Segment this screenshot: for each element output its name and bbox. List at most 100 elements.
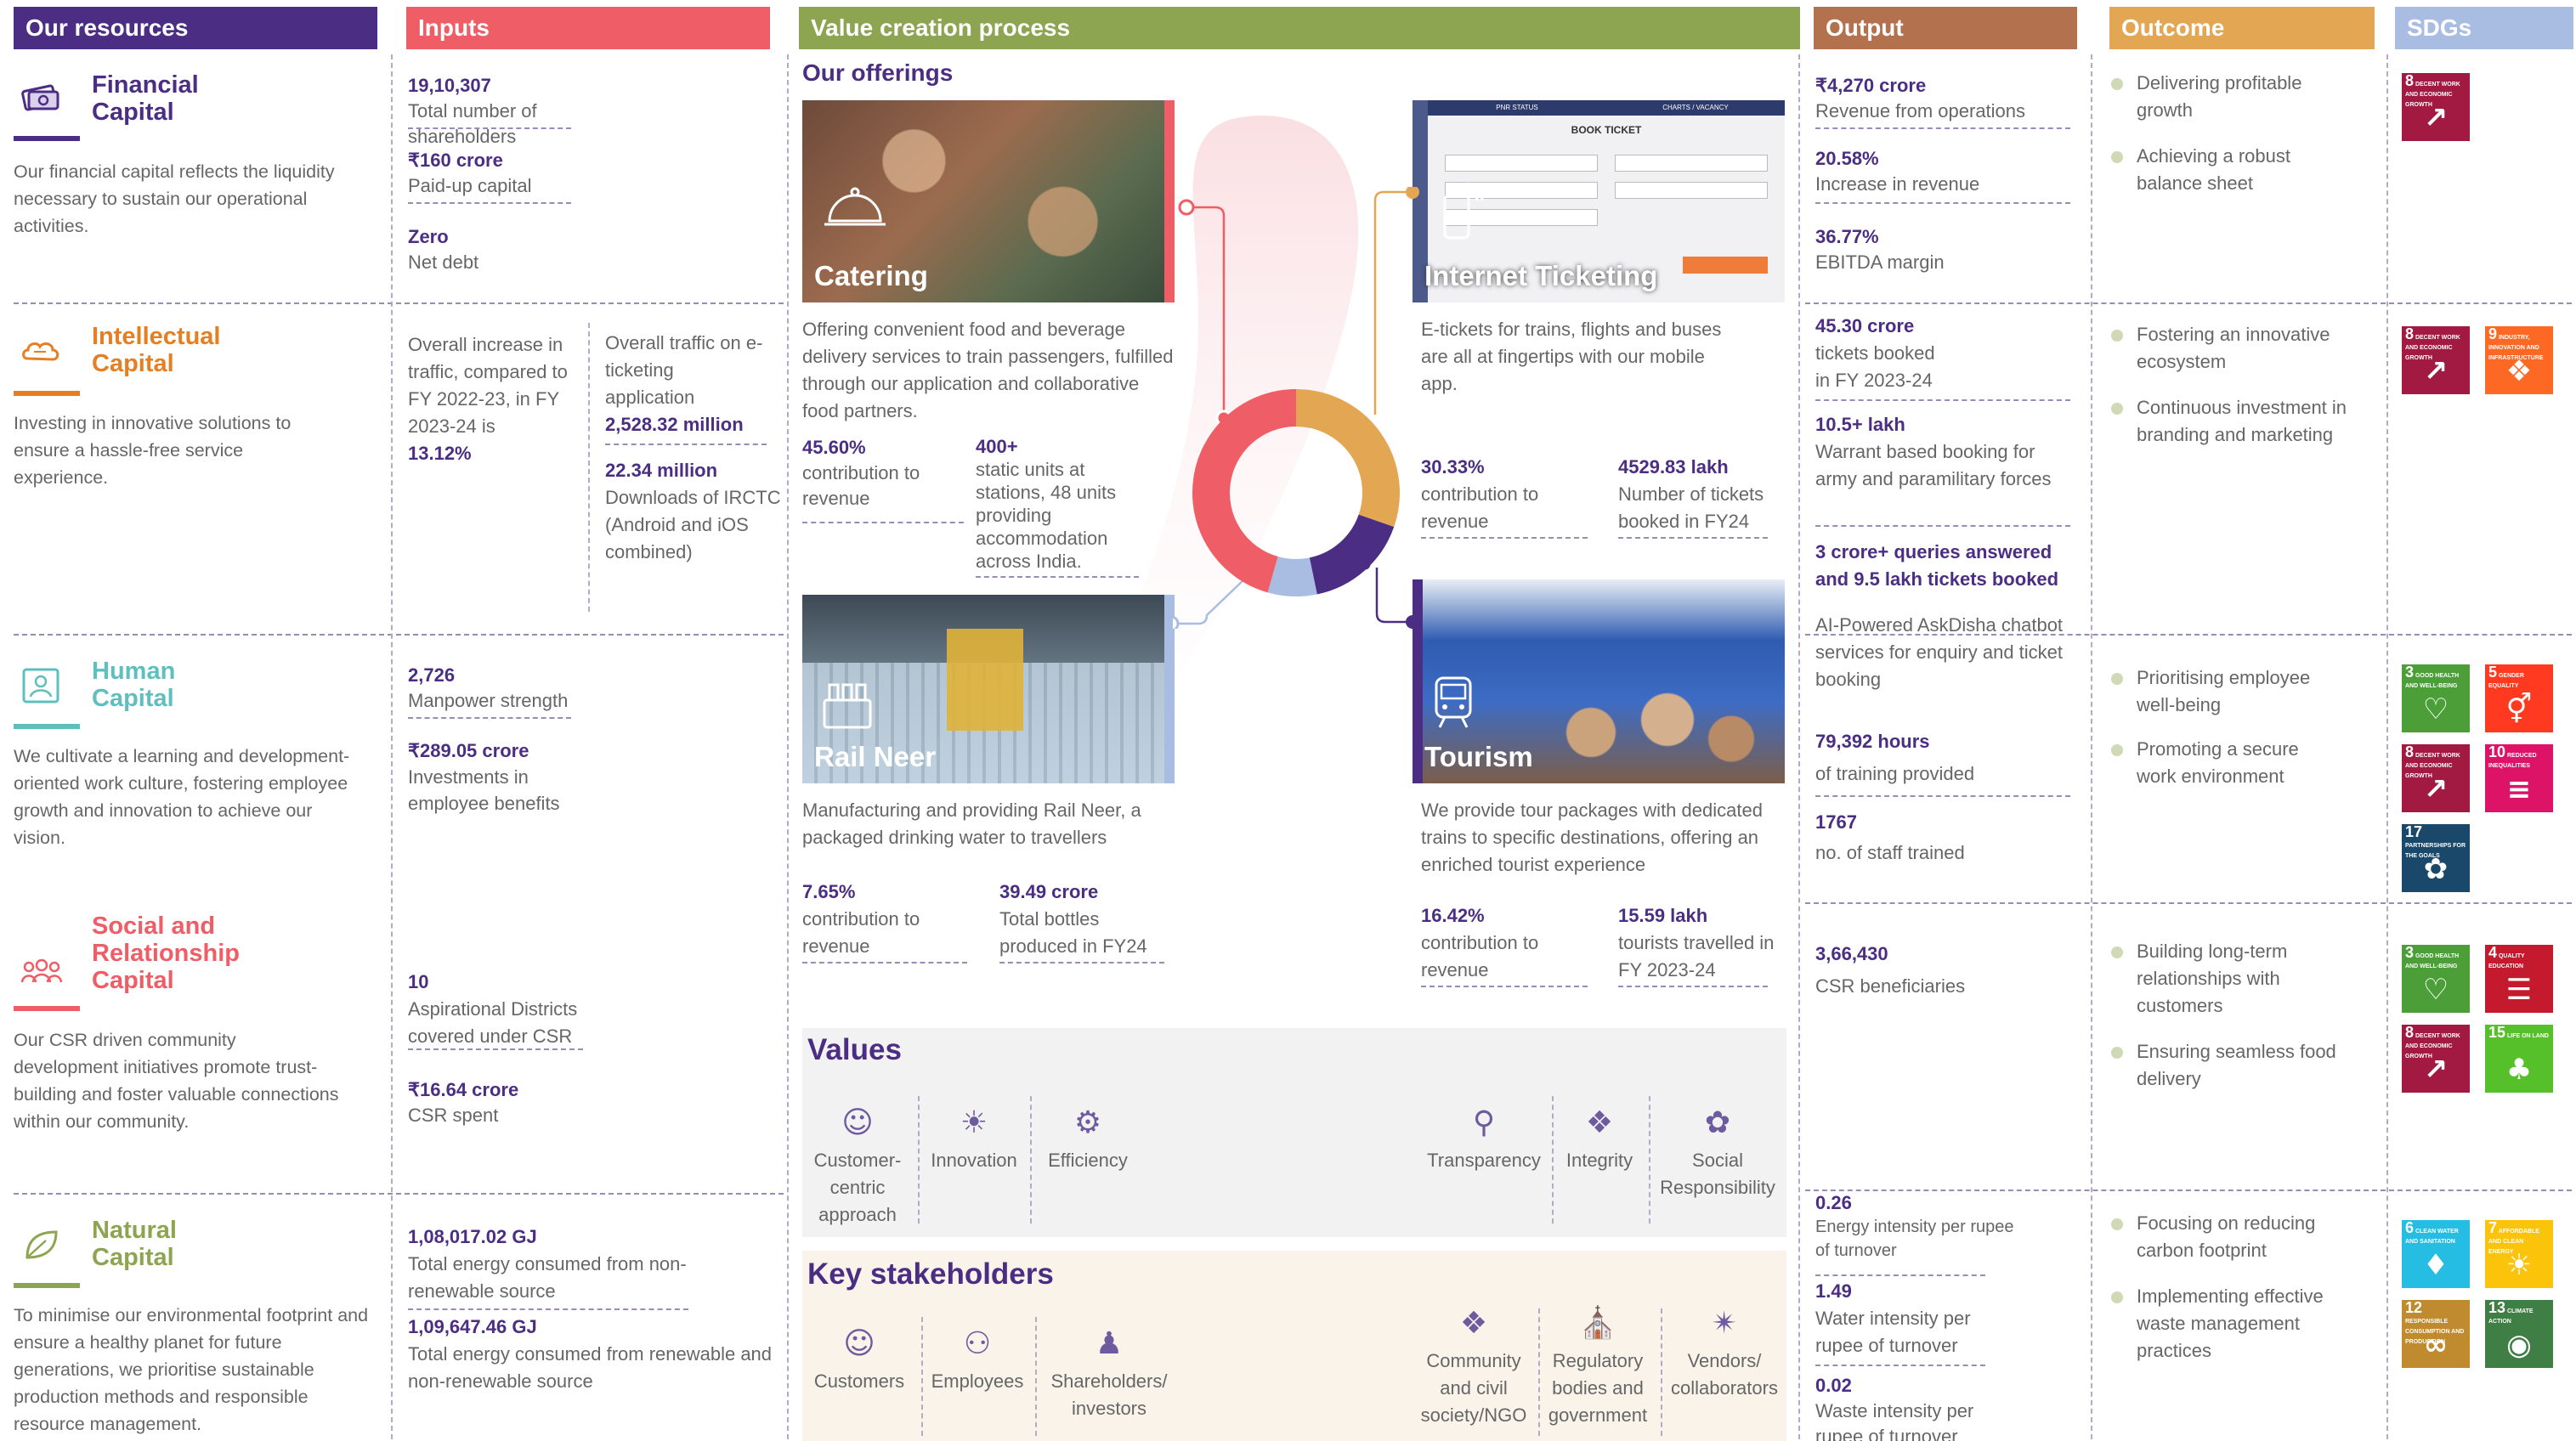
output-natural-water: 1.49 Water intensity per rupee of turnove… (1815, 1280, 1971, 1356)
sdg-number: 15 (2488, 1024, 2506, 1041)
eye-icon: ◉ (2506, 1328, 2532, 1362)
offerings-title: Our offerings (802, 59, 954, 86)
growth-icon: ↗ (2423, 1053, 2449, 1087)
capital-bar-human (14, 724, 80, 729)
output-social-beneficiaries: 3,66,430 CSR beneficiaries (1815, 943, 1966, 997)
output-financial-increase: 20.58% Increase in revenue (1815, 148, 1980, 195)
catering-stat-revenue: 45.60% contribution to revenue (802, 437, 920, 509)
values-title: Values (807, 1033, 902, 1066)
input-financial-paidup: ₹160 crore Paid-up capital (408, 150, 532, 196)
screen-tab-pnr: PNR STATUS (1428, 100, 1606, 116)
capital-desc-intellectual: Investing in innovative solutions to ens… (14, 413, 292, 488)
social-icon: ✿ (1704, 1105, 1731, 1140)
sdg-8-tile: 8 DECENT WORK AND ECONOMIC GROWTH ↗ (2402, 1025, 2470, 1093)
catering-card: Catering (802, 100, 1175, 302)
underline (1815, 1274, 1985, 1276)
row-separator (1805, 902, 2572, 904)
railneer-stat-bottles: 39.49 crore Total bottles produced in FY2… (999, 881, 1147, 957)
column-separator (1798, 54, 1800, 1439)
input-natural-nonrenewable: 1,08,017.02 GJ Total energy consumed from… (408, 1226, 687, 1302)
employees-icon: ⚇ (963, 1326, 992, 1361)
sdg-number: 10 (2488, 743, 2506, 760)
community-icon: ❖ (1459, 1306, 1488, 1341)
ticketing-card: PNR STATUS CHARTS / VACANCY BOOK TICKET … (1413, 100, 1785, 302)
capital-bar-natural (14, 1283, 80, 1288)
sdg-label: GOOD HEALTH AND WELL-BEING (2405, 673, 2460, 689)
sdg-12-tile: 12 RESPONSIBLE CONSUMPTION AND PRODUCTIO… (2402, 1300, 2470, 1368)
underline (1421, 537, 1588, 539)
stakeholders-title: Key stakeholders (807, 1257, 1054, 1291)
header-inputs: Inputs (406, 7, 770, 49)
sdg-7-tile: 7 AFFORDABLE AND CLEAN ENERGY ☀ (2485, 1220, 2553, 1288)
outcome-social-2: Ensuring seamless food delivery (2111, 1038, 2349, 1093)
stakeholder-shareholders: ♟ Shareholders/ investors (1039, 1325, 1180, 1422)
tourism-label: Tourism (1424, 741, 1533, 772)
sdg-number: 13 (2488, 1299, 2506, 1316)
header-resources: Our resources (14, 7, 377, 49)
capital-bar-social (14, 1006, 80, 1011)
row-separator (1805, 302, 2572, 304)
output-natural-waste: 0.02 Waste intensity per rupee of turnove… (1815, 1375, 1974, 1441)
row-separator (14, 1193, 784, 1195)
sun-icon: ☀ (2505, 1248, 2533, 1282)
value-innovation: ☀ Innovation (923, 1105, 1025, 1174)
customer-icon: ☺ (841, 1105, 874, 1140)
sdg-5-tile: 5 GENDER EQUALITY ⚥ (2485, 664, 2553, 732)
sdg-8-tile: 8 DECENT WORK AND ECONOMIC GROWTH ↗ (2402, 73, 2470, 141)
sdg-number: 9 (2488, 325, 2498, 342)
output-human-staff: 1767 no. of staff trained (1815, 811, 1965, 863)
sdg-17-tile: 17 PARTNERSHIPS FOR THE GOALS ✿ (2402, 824, 2470, 892)
forklift-shape (947, 629, 1023, 731)
sdg-9-tile: 9 INDUSTRY, INNOVATION AND INFRASTRUCTUR… (2485, 326, 2553, 394)
stakeholder-employees: ⚇ Employees (925, 1325, 1030, 1395)
input-inner-separator (588, 323, 590, 612)
railneer-label: Rail Neer (814, 741, 937, 772)
value-transparency: ⚲ Transparency (1416, 1105, 1552, 1174)
underline (408, 202, 571, 204)
value-customer-centric: ☺ Customer-centric approach (804, 1105, 911, 1229)
outcome-financial-2: Achieving a robust balance sheet (2111, 143, 2324, 197)
underline (1815, 127, 2070, 129)
input-human-manpower: 2,726 Manpower strength (408, 664, 569, 711)
connector-dot-railneer (1173, 615, 1180, 629)
underline (408, 717, 571, 719)
capital-desc-natural: To minimise our environmental footprint … (14, 1305, 369, 1434)
sdg-8-tile: 8 DECENT WORK AND ECONOMIC GROWTH ↗ (2402, 326, 2470, 394)
sdg-number: 8 (2405, 743, 2415, 760)
input-human-benefits: ₹289.05 crore Investments in employee ben… (408, 740, 560, 814)
tourism-photo (1514, 656, 1769, 783)
stakeholder-separator (1661, 1308, 1662, 1436)
railneer-stat-revenue: 7.65% contribution to revenue (802, 881, 920, 957)
ticketing-stat-tickets: 4529.83 lakh Number of tickets booked in … (1618, 456, 1764, 532)
header-value-creation: Value creation process (799, 7, 1800, 49)
infinity-icon: ∞ (2423, 1328, 2449, 1362)
capital-title-financial: Financial Capital (92, 71, 199, 126)
capital-title-natural: Natural Capital (92, 1217, 177, 1271)
person-icon (20, 666, 61, 705)
stakeholder-regulatory: ⛪ Regulatory bodies and government (1540, 1305, 1656, 1429)
output-intellectual-chatbot: AI-Powered AskDisha chatbot services for… (1815, 614, 2064, 690)
connector-railneer (1173, 577, 1247, 625)
sdg-15-tile: 15 LIFE ON LAND ♣ (2485, 1025, 2553, 1093)
underline (999, 962, 1164, 963)
sdg-number: 8 (2405, 1024, 2415, 1041)
underline (1618, 537, 1768, 539)
stakeholder-vendors: ✴ Vendors/ collaborators (1664, 1305, 1785, 1402)
heartbeat-icon: ♡ (2422, 973, 2449, 1007)
output-human-training: 79,392 hours of training provided (1815, 731, 1975, 784)
column-separator (391, 54, 393, 1439)
customers-icon: ☺ (843, 1326, 875, 1361)
sdg-number: 4 (2488, 944, 2498, 961)
sdg-number: 17 (2405, 823, 2423, 840)
capital-desc-human: We cultivate a learning and development-… (14, 746, 350, 848)
underline (802, 962, 967, 963)
tourism-stat-tourists: 15.59 lakh tourists travelled in FY 2023-… (1618, 905, 1775, 980)
sdg-3-tile: 3 GOOD HEALTH AND WELL-BEING ♡ (2402, 945, 2470, 1013)
leaf-icon (20, 1225, 61, 1264)
underline (1815, 202, 2070, 204)
tourism-desc: We provide tour packages with dedicated … (1421, 800, 1763, 875)
brain-icon (19, 335, 63, 372)
shareholders-icon: ♟ (1095, 1326, 1124, 1361)
sdg-number: 6 (2405, 1219, 2415, 1236)
railneer-card: Rail Neer (802, 595, 1175, 783)
